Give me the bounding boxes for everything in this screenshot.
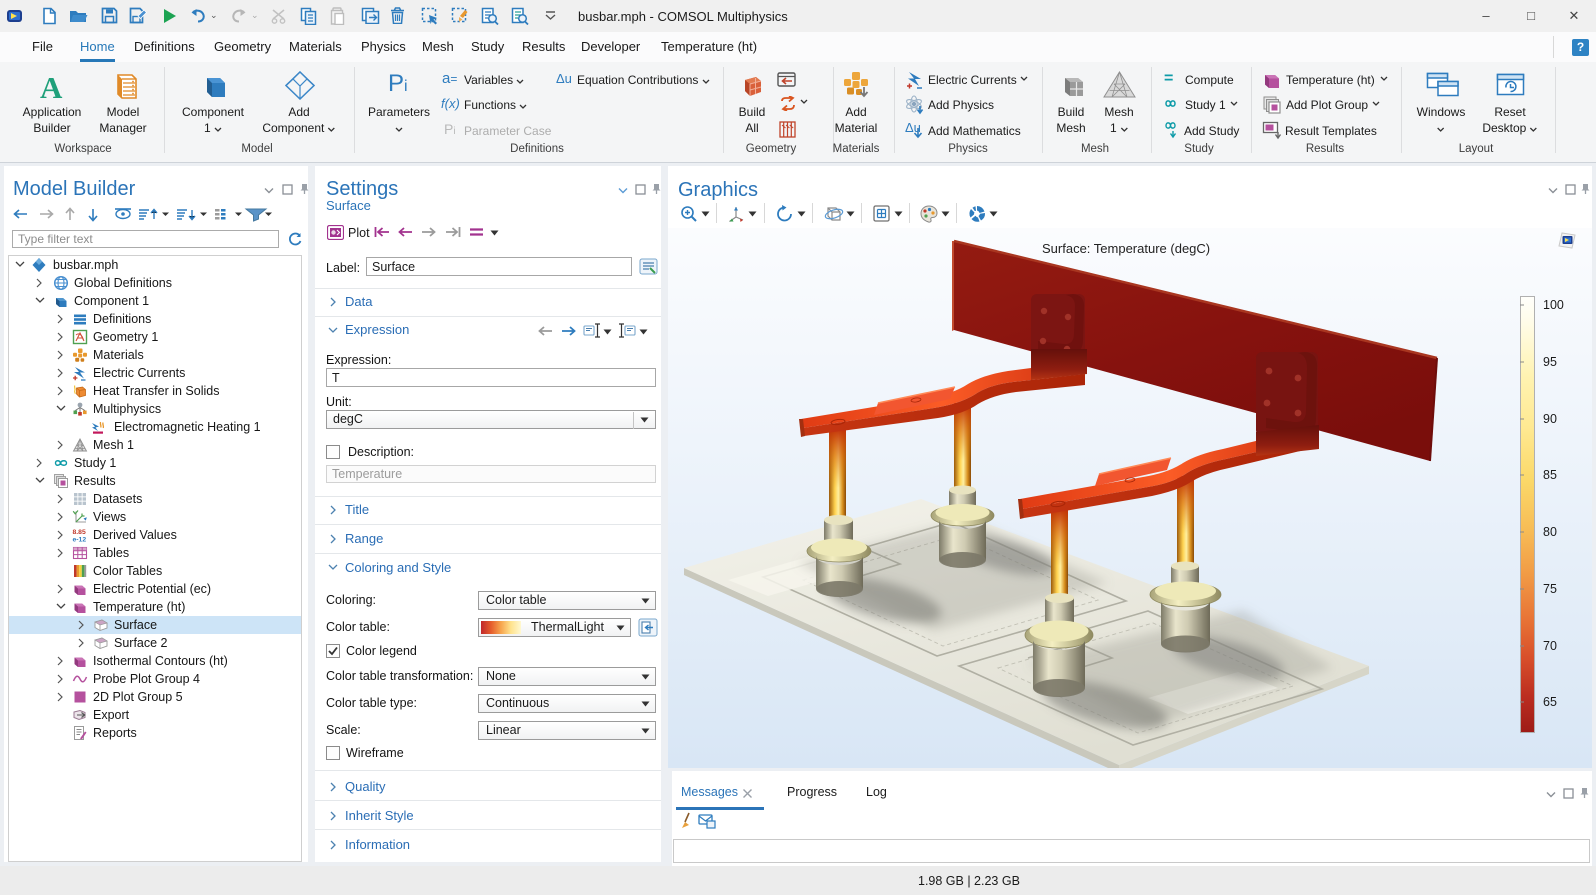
svg-text:e-12: e-12	[73, 537, 87, 544]
svg-text:8.85: 8.85	[73, 529, 86, 536]
